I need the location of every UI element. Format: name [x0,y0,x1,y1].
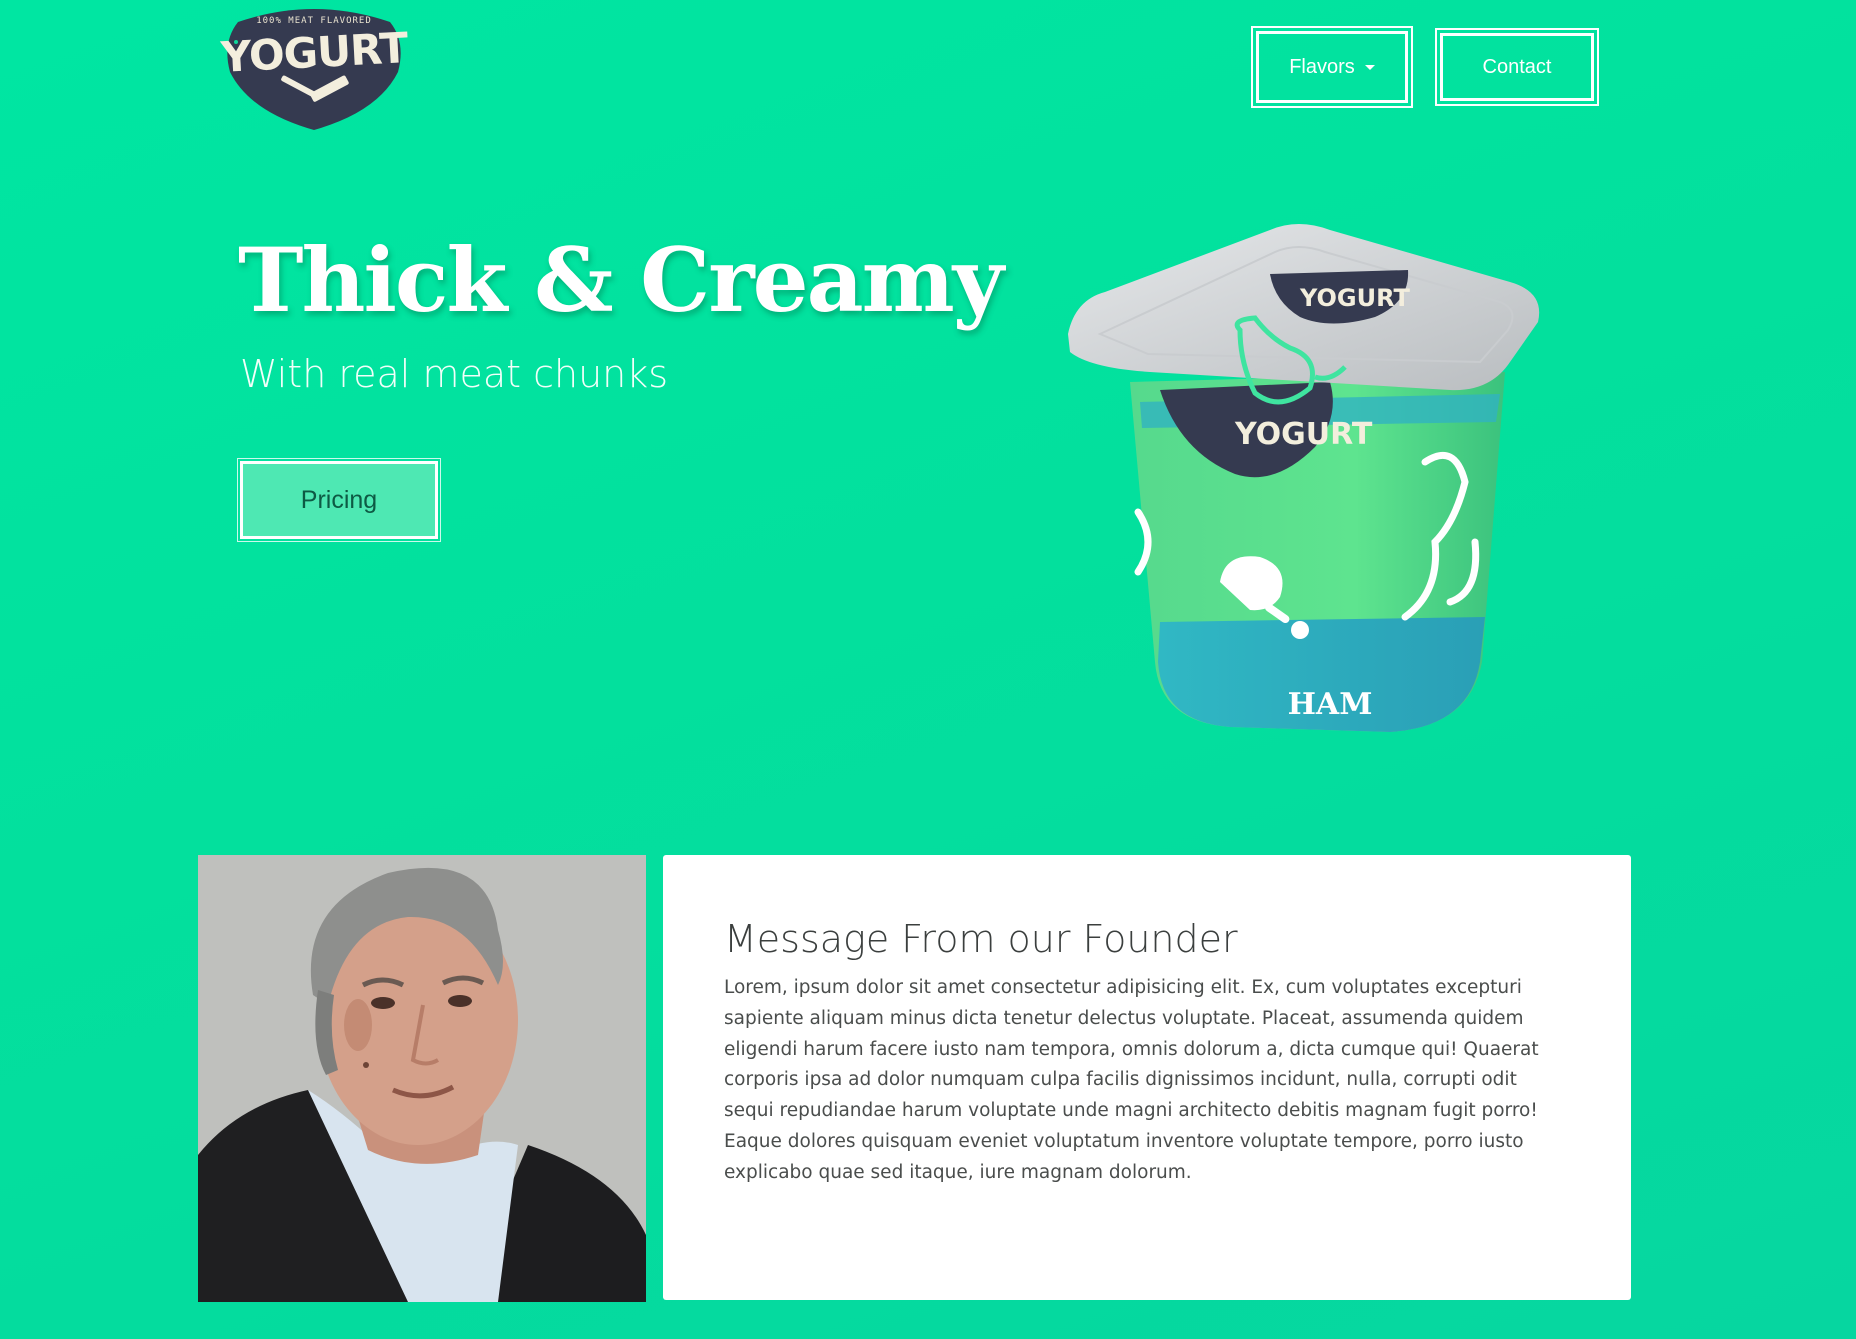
founder-title: Message From our Founder [724,917,1238,961]
flavors-dropdown-button[interactable]: Flavors [1251,26,1413,108]
logo-tagline: 100% meat flavored [256,16,372,26]
pricing-label: Pricing [300,485,378,514]
caret-down-icon [1364,64,1375,70]
contact-button[interactable]: Contact [1435,28,1599,106]
logo-brand: YOGURT [219,23,409,82]
pricing-button[interactable]: Pricing [237,458,441,542]
lid-brand: YOGURT [1299,284,1411,312]
flavors-label: Flavors [1289,55,1355,78]
yogurt-cup-illustration: YOGURT HAM YOGURT [1068,224,1540,732]
founder-photo [198,855,646,1302]
brand-logo[interactable]: 100% meat flavored YOGURT [218,2,410,132]
cup-flavor: HAM [1288,687,1373,722]
hero-subtitle: With real meat chunks [240,352,669,396]
hero-title: Thick & Creamy [238,228,1004,332]
founder-message-card: Message From our Founder Lorem, ipsum do… [663,855,1631,1300]
cup-brand: YOGURT [1234,417,1373,452]
founder-portrait [198,855,646,1302]
contact-label: Contact [1482,55,1552,78]
founder-message: Lorem, ipsum dolor sit amet consectetur … [724,977,1539,1183]
product-image: YOGURT HAM YOGURT [1030,222,1580,742]
